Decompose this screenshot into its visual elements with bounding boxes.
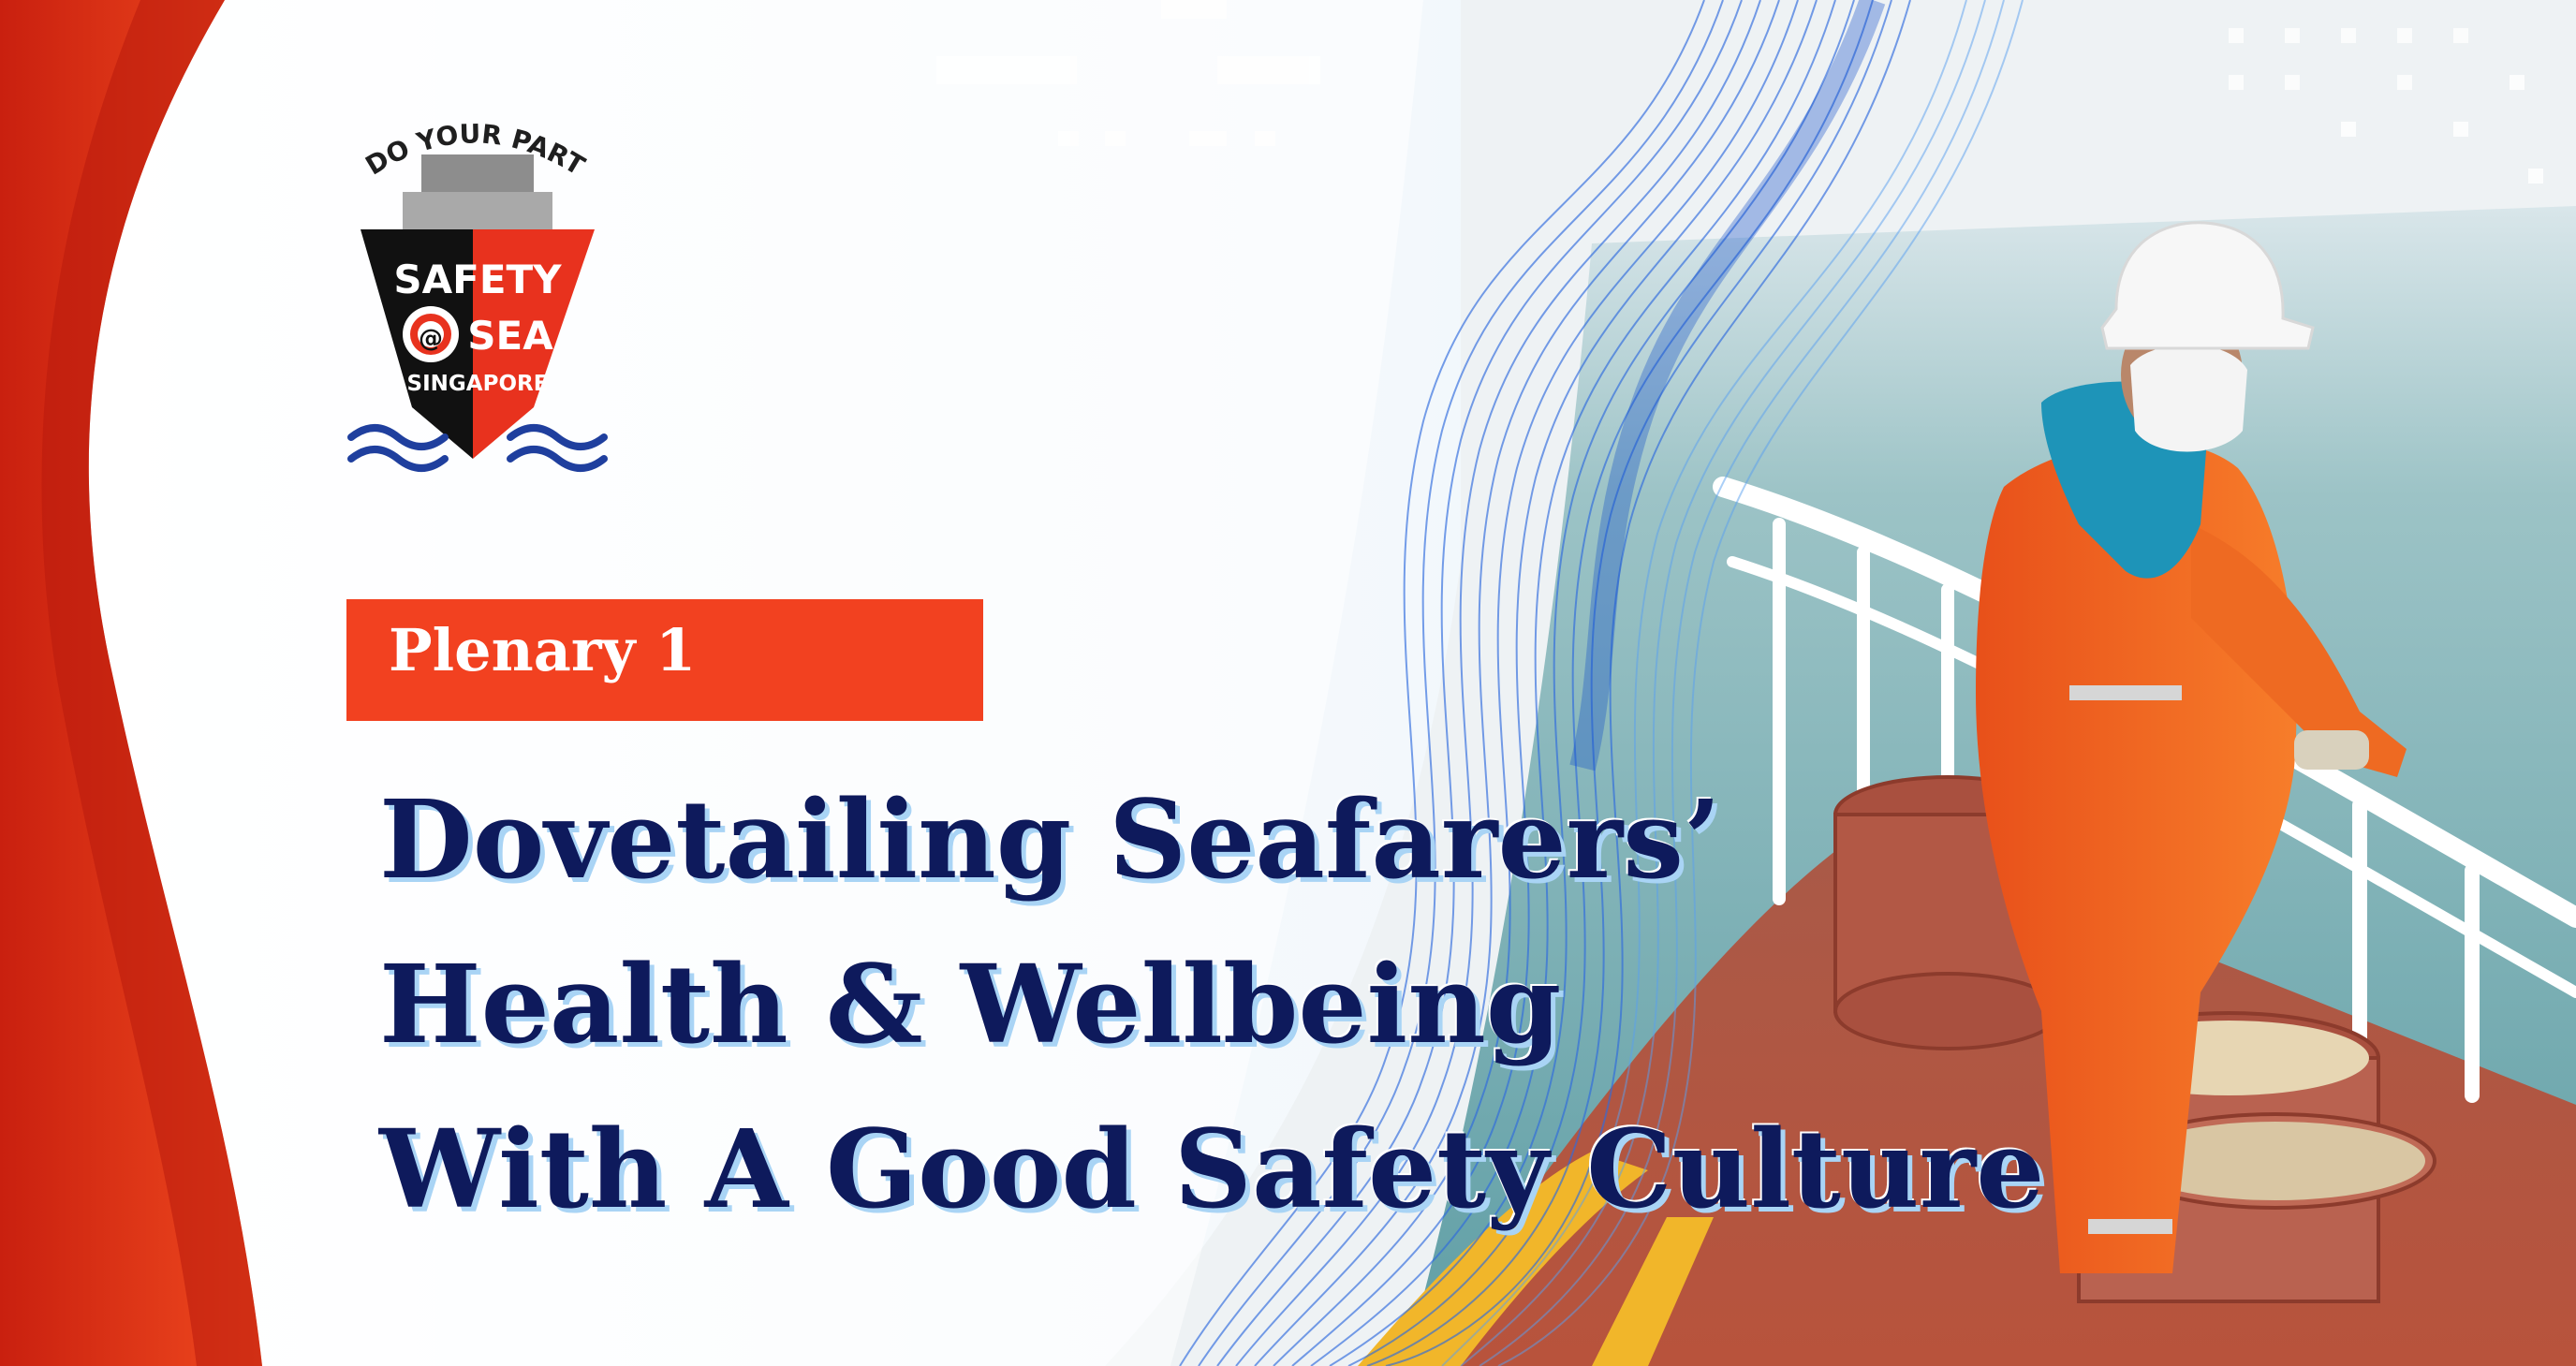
logo-subtitle: SINGAPORE xyxy=(407,372,549,396)
event-banner: DO YOUR PART SAFETY @ SEA SINGAPORE Plen… xyxy=(0,0,2576,1366)
logo-at-symbol: @ xyxy=(419,325,443,353)
logo-word-top: SAFETY xyxy=(393,257,562,302)
headline-line-1: Dovetailing Seafarers’ xyxy=(379,777,1722,903)
headline-line-2: Health & Wellbeing xyxy=(379,942,1562,1068)
logo-word-bottom: SEA xyxy=(467,313,553,359)
headline-line-3: With A Good Safety Culture xyxy=(379,1107,2045,1233)
ship-logo-icon: DO YOUR PART SAFETY @ SEA SINGAPORE xyxy=(347,118,608,472)
session-badge: Plenary 1 xyxy=(346,599,983,721)
session-badge-label: Plenary 1 xyxy=(389,616,697,684)
headline: Dovetailing Seafarers’ Health & Wellbein… xyxy=(379,758,2205,1253)
